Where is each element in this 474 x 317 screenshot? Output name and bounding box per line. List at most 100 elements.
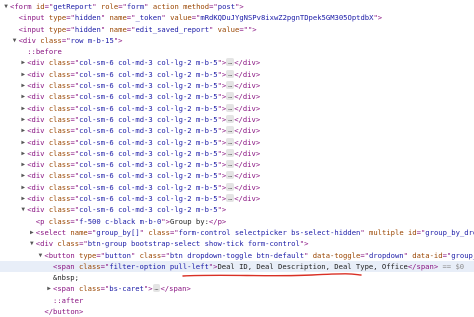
expand-triangle-icon[interactable]: ▶ [19, 125, 27, 136]
node-markup: <div class="col-sm-6 col-md-3 col-lg-2 m… [27, 69, 260, 80]
expand-triangle-icon[interactable]: ▶ [19, 170, 27, 181]
ellipsis-expand-icon[interactable]: … [226, 81, 235, 90]
ellipsis-expand-icon[interactable]: … [226, 58, 235, 67]
ellipsis-expand-icon[interactable]: … [226, 126, 235, 135]
ellipsis-expand-icon[interactable]: … [226, 182, 235, 191]
token-val: col-sm-6 col-md-3 col-lg-2 m-b-5 [79, 92, 218, 102]
ellipsis-expand-icon[interactable]: … [226, 148, 235, 157]
token-val: col-sm-6 col-md-3 col-lg-2 m-b-5 [79, 171, 218, 181]
ellipsis-expand-icon[interactable]: … [226, 92, 235, 101]
dom-node-row[interactable]: ▶ <div class="col-sm-6 col-md-3 col-lg-2 … [0, 182, 474, 193]
expand-triangle-icon[interactable]: ▶ [28, 227, 36, 238]
token-tag: div [242, 160, 256, 170]
collapse-triangle-icon[interactable]: ▼ [28, 238, 36, 249]
token-tag: div [31, 137, 45, 147]
dom-node-row[interactable]: ::after [0, 295, 474, 306]
token-val: _token [135, 13, 162, 23]
node-markup: <span class="bs-caret">… </span> [53, 283, 191, 294]
node-markup: <form id="getReport" role="form" action … [10, 1, 244, 12]
ellipsis-expand-icon[interactable]: … [226, 194, 235, 203]
expand-triangle-icon[interactable]: ▶ [19, 114, 27, 125]
dom-node-row[interactable]: ▶ <div class="col-sm-6 col-md-3 col-lg-2 … [0, 91, 474, 102]
token-txt: Deal ID, Deal Description, Deal Type, Of… [217, 261, 408, 271]
dom-node-row[interactable]: ::before [0, 46, 474, 57]
dom-node-row[interactable]: ▶ <div class="col-sm-6 col-md-3 col-lg-2 … [0, 103, 474, 114]
token-pun: "> [143, 284, 153, 294]
dom-node-row[interactable]: ▶ <span class="bs-caret">… </span> [0, 283, 474, 294]
token-tag: button [53, 307, 80, 317]
dom-node-row[interactable]: <input type="hidden" name="edit_saved_re… [0, 24, 474, 35]
dom-node-row[interactable]: ▶ <div class="col-sm-6 col-md-3 col-lg-2 … [0, 57, 474, 68]
dom-node-row[interactable]: ▶ <div class="col-sm-6 col-md-3 col-lg-2 … [0, 193, 474, 204]
dom-node-row[interactable]: ▶ <div class="col-sm-6 col-md-3 col-lg-2 … [0, 114, 474, 125]
token-tag: form [14, 2, 32, 11]
expand-triangle-icon[interactable]: ▶ [19, 159, 27, 170]
expand-triangle-icon[interactable]: ▶ [45, 283, 53, 294]
token-attr: value [213, 24, 240, 34]
collapse-triangle-icon[interactable]: ▼ [2, 1, 10, 12]
expand-triangle-icon[interactable]: ▶ [19, 103, 27, 114]
token-tag: div [31, 160, 45, 170]
ellipsis-expand-icon[interactable]: … [226, 160, 235, 169]
token-val: col-sm-6 col-md-3 col-lg-2 m-b-5 [79, 81, 218, 91]
token-attr: class [44, 137, 71, 147]
token-pun: "> [235, 2, 244, 11]
token-tag: div [31, 205, 45, 215]
dom-node-row[interactable]: ▶ <div class="col-sm-6 col-md-3 col-lg-2 … [0, 137, 474, 148]
token-tag: div [242, 182, 256, 192]
node-markup: <div class="col-sm-6 col-md-3 col-lg-2 m… [27, 159, 260, 170]
ellipsis-expand-icon[interactable]: … [226, 114, 235, 123]
collapse-triangle-icon[interactable]: ▼ [36, 250, 44, 261]
dom-node-row[interactable]: ▼ <div class="btn-group bootstrap-select … [0, 238, 474, 249]
dom-node-row[interactable]: ▶ <div class="col-sm-6 col-md-3 col-lg-2 … [0, 69, 474, 80]
token-tag: div [40, 239, 54, 249]
ellipsis-expand-icon[interactable]: … [226, 103, 235, 112]
expand-triangle-icon[interactable]: ▶ [19, 137, 27, 148]
token-pun: "> [217, 81, 227, 91]
token-attr: class [44, 81, 71, 91]
dom-node-row[interactable]: ▶ <div class="col-sm-6 col-md-3 col-lg-2 … [0, 125, 474, 136]
dom-node-row[interactable]: </button> [0, 306, 474, 317]
token-attr: id [403, 227, 417, 237]
node-markup: <div class="col-sm-6 col-md-3 col-lg-2 m… [27, 204, 226, 215]
token-val: col-sm-6 col-md-3 col-lg-2 m-b-5 [79, 114, 218, 124]
token-tag: div [31, 126, 45, 136]
dom-node-row[interactable]: ▼ <form id="getReport" role="form" action… [0, 1, 474, 12]
node-markup: <p class="f-500 c-black m-b-0">Group by:… [36, 216, 226, 227]
dom-node-row[interactable]: ▶ <div class="col-sm-6 col-md-3 col-lg-2 … [0, 148, 474, 159]
token-attr: name [105, 24, 127, 34]
dom-node-row[interactable]: ▶ <select name="group_by[]" class="form-c… [0, 227, 474, 238]
token-tag: span [57, 261, 75, 271]
collapse-triangle-icon[interactable]: ▼ [11, 35, 19, 46]
dom-node-row[interactable]: ▶ <div class="col-sm-6 col-md-3 col-lg-2 … [0, 80, 474, 91]
token-pun: =" [66, 13, 75, 23]
expand-triangle-icon[interactable]: ▶ [19, 57, 27, 68]
dom-node-row[interactable]: ▼ <div class="row m-b-15"> [0, 35, 474, 46]
token-attr: class [44, 114, 71, 124]
dom-node-row[interactable]: <p class="f-500 c-black m-b-0">Group by:… [0, 216, 474, 227]
expand-triangle-icon[interactable]: ▶ [19, 148, 27, 159]
token-val: group_by_dropdown [425, 227, 474, 237]
dom-node-row[interactable]: ▼ <div class="col-sm-6 col-md-3 col-lg-2 … [0, 204, 474, 215]
token-pun: "> [373, 13, 383, 23]
expand-triangle-icon[interactable]: ▶ [19, 91, 27, 102]
expand-triangle-icon[interactable]: ▶ [19, 80, 27, 91]
token-tag: div [242, 69, 256, 79]
collapse-triangle-icon[interactable]: ▼ [19, 204, 27, 215]
expand-triangle-icon[interactable]: ▶ [19, 193, 27, 204]
token-pun: =" [70, 194, 80, 204]
expand-triangle-icon[interactable]: ▶ [19, 182, 27, 193]
token-pun: =""> [239, 24, 257, 34]
ellipsis-expand-icon[interactable]: … [226, 69, 235, 78]
token-val: button [104, 250, 131, 260]
ellipsis-expand-icon[interactable]: … [226, 137, 235, 146]
token-attr: class [44, 103, 71, 113]
dom-node-row[interactable]: ▶ <div class="col-sm-6 col-md-3 col-lg-2 … [0, 159, 474, 170]
token-pun: > [255, 171, 261, 181]
ellipsis-expand-icon[interactable]: … [226, 171, 235, 180]
dom-node-row[interactable]: <input type="hidden" name="_token" value… [0, 12, 474, 23]
token-tag: div [31, 148, 45, 158]
dom-node-row[interactable]: ▶ <div class="col-sm-6 col-md-3 col-lg-2 … [0, 170, 474, 181]
dom-node-row[interactable]: ▼ <button type="button" class="btn dropdo… [0, 250, 474, 261]
expand-triangle-icon[interactable]: ▶ [19, 69, 27, 80]
